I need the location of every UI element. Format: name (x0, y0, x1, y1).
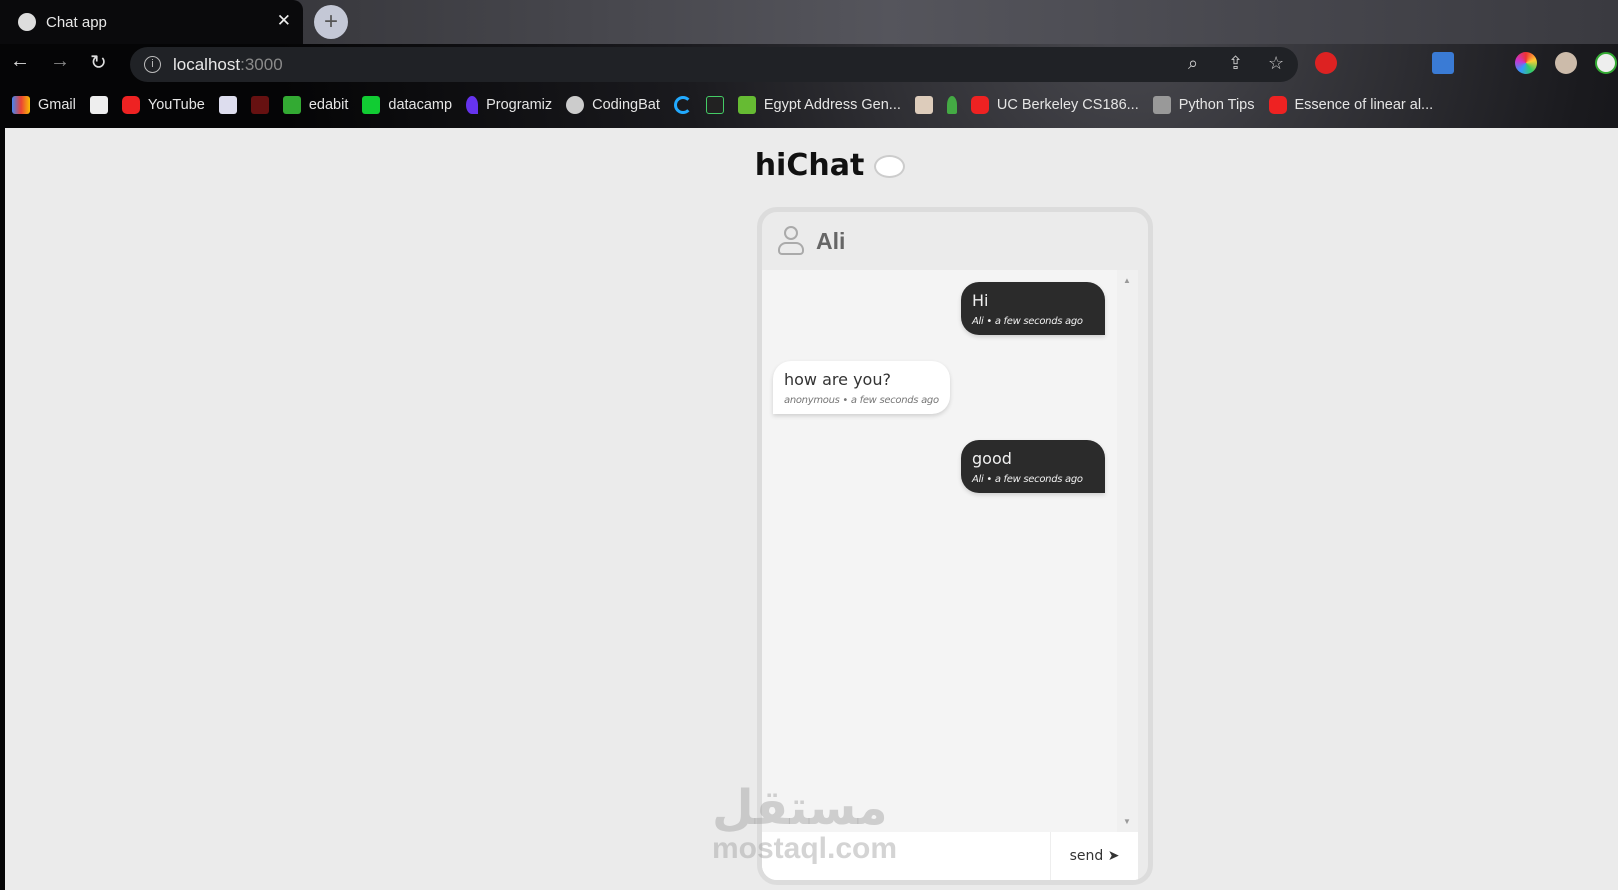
url-host: localhost (173, 54, 241, 74)
tab-title: Chat app (46, 13, 107, 31)
datacamp-icon (362, 96, 381, 114)
message-outgoing: good Ali • a few seconds ago (961, 440, 1105, 493)
bookmark-icon[interactable] (218, 96, 237, 114)
youtube-icon (121, 96, 140, 114)
bookmarks-bar: Gmail YouTube edabit datacamp Programiz … (0, 88, 1618, 122)
scroll-down-icon[interactable]: ▼ (1123, 817, 1131, 826)
programiz-icon (466, 96, 479, 114)
message-list: Hi Ali • a few seconds ago how are you? … (762, 270, 1117, 832)
message-meta: Ali • a few seconds ago (972, 474, 1083, 485)
send-button[interactable]: send ➤ (1050, 832, 1138, 880)
bookmark-icon[interactable] (705, 96, 724, 114)
page-title: hiChat (0, 148, 1618, 183)
new-tab-button[interactable]: + (314, 5, 348, 39)
address-bar[interactable]: i localhost:3000 ⌕ ⇪ ☆ (130, 47, 1298, 82)
bookmark-icon[interactable] (914, 96, 933, 114)
bookmark-egypt-address[interactable]: Egypt Address Gen... (737, 96, 901, 114)
bookmark-edabit[interactable]: edabit (282, 96, 348, 114)
browser-chrome: Chat app ✕ + ← → ↻ i localhost:3000 ⌕ ⇪ … (0, 0, 1618, 128)
scrollbar[interactable]: ▲ ▼ (1117, 270, 1138, 832)
bookmark-icon[interactable] (673, 96, 692, 114)
bookmark-youtube[interactable]: YouTube (121, 96, 205, 114)
bookmark-programiz[interactable]: Programiz (466, 96, 552, 114)
bookmark-uc-berkeley[interactable]: UC Berkeley CS186... (970, 96, 1139, 114)
bookmark-codingbat[interactable]: CodingBat (566, 96, 660, 114)
tab-chat-app[interactable]: Chat app ✕ (0, 0, 303, 44)
youtube-icon (1268, 96, 1287, 114)
star-icon[interactable]: ☆ (1268, 53, 1284, 74)
message-text: good (972, 449, 1012, 468)
extension-icon[interactable] (1315, 52, 1337, 74)
scroll-up-icon[interactable]: ▲ (1123, 276, 1131, 285)
bookmark-datacamp[interactable]: datacamp (362, 96, 452, 114)
color-extension-icon[interactable] (1515, 52, 1537, 74)
message-text: how are you? (784, 370, 891, 389)
globe-icon (18, 13, 36, 31)
extension-icon[interactable] (1555, 52, 1577, 74)
gmail-icon (12, 96, 30, 114)
window-edge (0, 128, 5, 890)
tab-strip: Chat app ✕ + (0, 0, 1618, 44)
speech-bubble-icon (874, 155, 906, 178)
edabit-icon (282, 96, 301, 114)
forward-button[interactable]: → (50, 50, 70, 73)
zoom-icon[interactable]: ⌕ (1188, 53, 1198, 74)
bookmark-icon[interactable] (250, 96, 269, 114)
share-icon[interactable]: ⇪ (1228, 53, 1243, 74)
chat-window: Ali Hi Ali • a few seconds ago how are y… (757, 207, 1153, 885)
chat-user-name: Ali (816, 227, 846, 254)
bookmark-essence-linear-algebra[interactable]: Essence of linear al... (1268, 96, 1433, 114)
youtube-icon (970, 96, 989, 114)
bookmark-icon[interactable] (89, 96, 108, 114)
document-icon (1152, 96, 1171, 114)
bookmark-python-tips[interactable]: Python Tips (1152, 96, 1255, 114)
user-icon (778, 226, 804, 256)
translate-extension-icon[interactable] (1432, 52, 1454, 74)
map-pin-icon (737, 96, 756, 114)
message-meta: anonymous • a few seconds ago (784, 395, 939, 406)
message-text: Hi (972, 291, 989, 310)
back-button[interactable]: ← (10, 50, 30, 73)
message-incoming: how are you? anonymous • a few seconds a… (773, 361, 950, 414)
chat-header: Ali (762, 212, 1148, 270)
extension-icon[interactable] (1595, 52, 1617, 74)
info-icon[interactable]: i (144, 56, 161, 73)
reload-button[interactable]: ↻ (90, 50, 107, 75)
message-composer: send ➤ (762, 832, 1138, 880)
chess-icon[interactable] (946, 96, 957, 114)
bookmark-gmail[interactable]: Gmail (12, 96, 76, 114)
globe-icon (566, 96, 585, 114)
close-tab-icon[interactable]: ✕ (277, 11, 291, 31)
message-outgoing: Hi Ali • a few seconds ago (961, 282, 1105, 335)
paper-plane-icon: ➤ (1107, 848, 1120, 864)
url-port: :3000 (240, 54, 283, 74)
message-input[interactable] (762, 832, 1050, 880)
message-meta: Ali • a few seconds ago (972, 316, 1083, 327)
